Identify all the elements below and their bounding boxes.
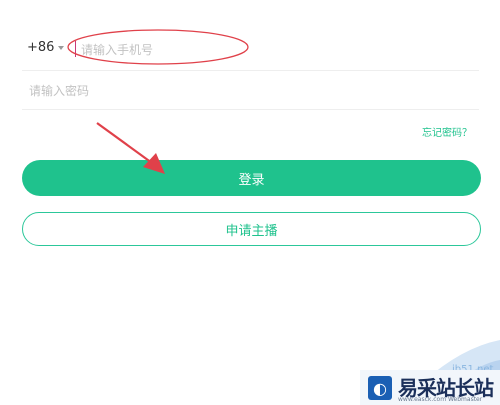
password-input[interactable]	[27, 80, 461, 102]
watermark-logo-icon: ◐	[368, 376, 392, 400]
login-button[interactable]: 登录	[22, 160, 481, 196]
watermark-subtitle: www.easck.com Webmaster	[398, 396, 483, 403]
password-row	[22, 71, 479, 110]
login-button-label: 登录	[238, 172, 265, 188]
apply-streamer-button[interactable]: 申请主播	[22, 212, 481, 246]
phone-row: +86	[22, 28, 479, 71]
text-cursor	[75, 41, 76, 57]
caret-down-icon	[58, 45, 65, 50]
phone-input[interactable]	[79, 39, 463, 61]
forgot-password-link[interactable]: 忘记密码？	[422, 124, 472, 139]
country-code-label: +86	[27, 40, 55, 55]
country-code-selector[interactable]: +86	[27, 40, 65, 55]
apply-streamer-label: 申请主播	[225, 223, 278, 239]
